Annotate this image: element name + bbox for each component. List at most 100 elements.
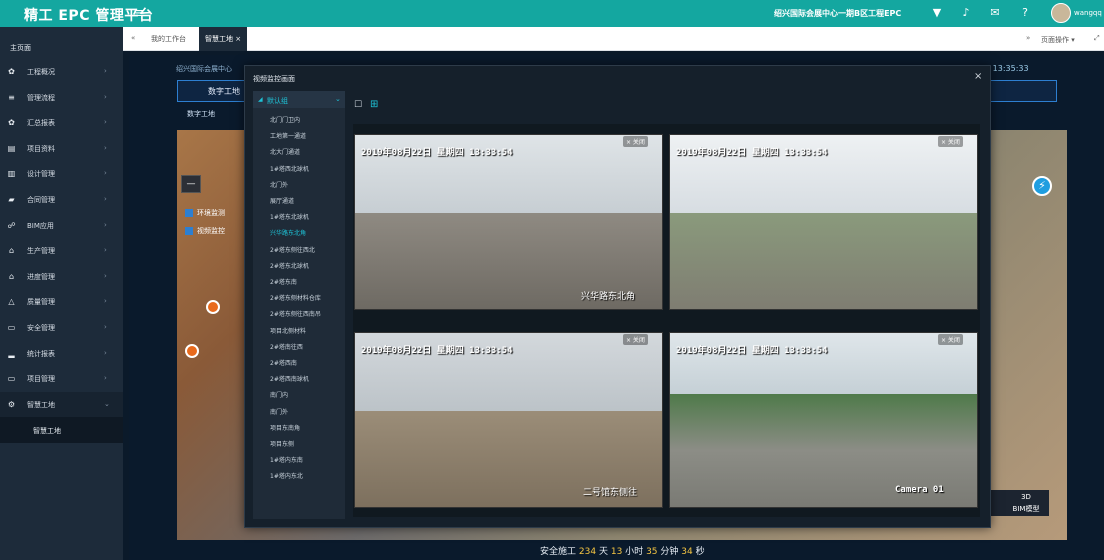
sidebar-item[interactable]: ⌂ 进度管理 › — [0, 264, 123, 289]
mode-3d-sublabel: BIM模型 — [1012, 505, 1040, 513]
sidebar-home-label[interactable]: 主页面 — [10, 43, 31, 53]
camera-list-item[interactable]: 项目东侧 — [270, 439, 294, 448]
legend-video[interactable]: 视频监控 — [185, 226, 225, 236]
dashboard-clock: 2 13:35:33 — [985, 64, 1029, 73]
layout-single-checkbox[interactable]: ☐ — [354, 100, 362, 110]
document-icon: ▥ — [7, 169, 16, 178]
close-icon[interactable]: × — [974, 71, 982, 82]
video-feed[interactable]: 2019年08月22日 星期四 13:33:54 × 关闭 Camera 01 — [669, 332, 978, 508]
camera-list-item[interactable]: 1#塔内东北 — [270, 471, 303, 480]
bell-icon: △ — [8, 297, 15, 306]
sidebar-item[interactable]: ✿ 汇总报表 › — [0, 110, 123, 135]
camera-list-item[interactable]: 2#塔东北球机 — [270, 261, 309, 270]
camera-list-item[interactable]: 1#塔西北球机 — [270, 164, 309, 173]
camera-list-item[interactable]: 兴华路东北角 — [270, 228, 306, 237]
sidebar-subitem-smart-site[interactable]: 智慧工地 — [0, 417, 123, 443]
feed-close-button[interactable]: × 关闭 — [938, 334, 963, 345]
feed-timestamp: 2019年08月22日 星期四 13:33:54 — [676, 148, 828, 158]
camera-list-item[interactable]: 2#塔南往西 — [270, 342, 303, 351]
sidebar-item[interactable]: ▭ 项目管理 › — [0, 366, 123, 391]
camera-list-item[interactable]: 北大门通道 — [270, 147, 300, 156]
camera-list-item[interactable]: 项目东南角 — [270, 423, 300, 432]
camera-list-item[interactable]: 2#塔东侧往西北 — [270, 245, 315, 254]
feed-close-button[interactable]: × 关闭 — [938, 136, 963, 147]
project-name[interactable]: 绍兴国际会展中心一期B区工程EPC — [774, 8, 901, 19]
chevron-right-icon: › — [104, 118, 107, 126]
mail-icon[interactable]: ✉ — [987, 5, 1003, 21]
video-feed[interactable]: 2019年08月22日 星期四 13:33:54 × 关闭 兴华路东北角 — [354, 134, 663, 310]
camera-list-item[interactable]: 1#塔东北球机 — [270, 212, 309, 221]
camera-list-item[interactable]: 南门外 — [270, 407, 288, 416]
camera-list-item[interactable]: 2#塔西南 — [270, 358, 297, 367]
sidebar-item[interactable]: ▭ 安全管理 › — [0, 315, 123, 340]
camera-list-item[interactable]: 2#塔东南 — [270, 277, 297, 286]
bell-icon[interactable]: ♪ — [958, 5, 974, 21]
feed-timestamp: 2019年08月22日 星期四 13:33:54 — [361, 346, 513, 356]
sidebar-item[interactable]: ⌂ 生产管理 › — [0, 238, 123, 263]
sidebar-item[interactable]: ▤ 项目资料 › — [0, 136, 123, 161]
menu-toggle-icon[interactable]: ≡ — [134, 6, 145, 21]
grid-layout-icon[interactable]: ⊞ — [370, 99, 378, 110]
chevron-down-icon: ⌄ — [104, 400, 110, 408]
chevron-right-icon: › — [104, 144, 107, 152]
camera-list-item[interactable]: 2#塔西南球机 — [270, 374, 309, 383]
sidebar-item[interactable]: ✿ 工程概况 › — [0, 59, 123, 84]
sidebar-item-label: 汇总报表 — [27, 119, 55, 127]
bolt-icon[interactable]: ⚡ — [1032, 176, 1052, 196]
tab-scroll-left-icon[interactable]: « — [131, 34, 135, 42]
sidebar-item[interactable]: ▂ 统计报表 › — [0, 341, 123, 366]
sidebar-item[interactable]: ▥ 设计管理 › — [0, 161, 123, 186]
camera-list-item[interactable]: 北门外 — [270, 180, 288, 189]
help-icon[interactable]: ? — [1017, 5, 1033, 21]
sliders-icon: ≡ — [8, 93, 15, 102]
sidebar-item-label: 项目管理 — [27, 375, 55, 383]
sidebar-item-label: 生产管理 — [27, 247, 55, 255]
camera-list-item[interactable]: 工地第一通道 — [270, 131, 306, 140]
feed-close-button[interactable]: × 关闭 — [623, 334, 648, 345]
sidebar-item[interactable]: △ 质量管理 › — [0, 289, 123, 314]
tab-scroll-right-icon[interactable]: » — [1026, 34, 1030, 42]
video-feed[interactable]: 2019年08月22日 星期四 13:33:54 × 关闭 二号馆东侧往 — [354, 332, 663, 508]
tab-workbench[interactable]: 我的工作台 — [145, 27, 192, 51]
chevron-right-icon: › — [104, 297, 107, 305]
camera-list-item[interactable]: 2#塔东侧往西南吊 — [270, 309, 321, 318]
camera-group-header[interactable]: ◢ 默认组 ⌄ — [253, 91, 345, 108]
chevron-right-icon: › — [104, 246, 107, 254]
camera-list-item[interactable]: 项目北侧材料 — [270, 326, 306, 335]
fullscreen-icon[interactable]: ⤢ — [1094, 34, 1100, 43]
chevron-right-icon: › — [104, 272, 107, 280]
username[interactable]: wangqq — [1074, 9, 1102, 17]
legend-environment[interactable]: 环境监测 — [185, 208, 225, 218]
video-feeds-grid: 2019年08月22日 星期四 13:33:54 × 关闭 兴华路东北角 201… — [353, 124, 980, 517]
sidebar-subitem-label: 智慧工地 — [33, 427, 61, 435]
sidebar-item[interactable]: ☍ BIM应用 › — [0, 213, 123, 238]
checkbox-icon — [185, 209, 193, 217]
camera-list-item[interactable]: 展厅通道 — [270, 196, 294, 205]
filter-icon[interactable]: ▼ — [929, 5, 945, 21]
camera-list-item[interactable]: 1#塔内东南 — [270, 455, 303, 464]
camera-list-item[interactable]: 北门门卫内 — [270, 115, 300, 124]
sidebar-item[interactable]: ⚙ 智慧工地 ⌄ — [0, 392, 123, 417]
sidebar-item-label: 质量管理 — [27, 298, 55, 306]
video-feed[interactable]: 2019年08月22日 星期四 13:33:54 × 关闭 — [669, 134, 978, 310]
mode-3d-button[interactable]: 3D BIM模型 — [1003, 490, 1049, 516]
collapse-legend-button[interactable]: — — [181, 175, 201, 193]
tab-bar: « 我的工作台 智慧工地 × » 页面操作 ▾ ⤢ — [123, 27, 1104, 51]
feed-timestamp: 2019年08月22日 星期四 13:33:54 — [361, 148, 513, 158]
sidebar-item-label: 工程概况 — [27, 68, 55, 76]
page-operations-dropdown[interactable]: 页面操作 ▾ — [1041, 35, 1075, 45]
avatar[interactable] — [1051, 3, 1071, 23]
tab-smart-site[interactable]: 智慧工地 × — [199, 27, 248, 51]
camera-list-item[interactable]: 2#塔东侧材料仓库 — [270, 293, 321, 302]
chevron-right-icon: › — [104, 93, 107, 101]
feed-ground — [670, 213, 977, 309]
sidebar-item[interactable]: ▰ 合同管理 › — [0, 187, 123, 212]
camera-pin-icon[interactable] — [206, 300, 220, 314]
gear-icon: ✿ — [8, 118, 15, 127]
sidebar-item[interactable]: ≡ 管理流程 › — [0, 85, 123, 110]
feed-close-button[interactable]: × 关闭 — [623, 136, 648, 147]
camera-list-item[interactable]: 南门内 — [270, 390, 288, 399]
camera-pin-icon[interactable] — [185, 344, 199, 358]
top-header: 精工 EPC 管理平台 ≡ 绍兴国际会展中心一期B区工程EPC ▼ ♪ ✉ ? … — [0, 0, 1104, 27]
feed-caption: 兴华路东北角 — [581, 292, 636, 302]
